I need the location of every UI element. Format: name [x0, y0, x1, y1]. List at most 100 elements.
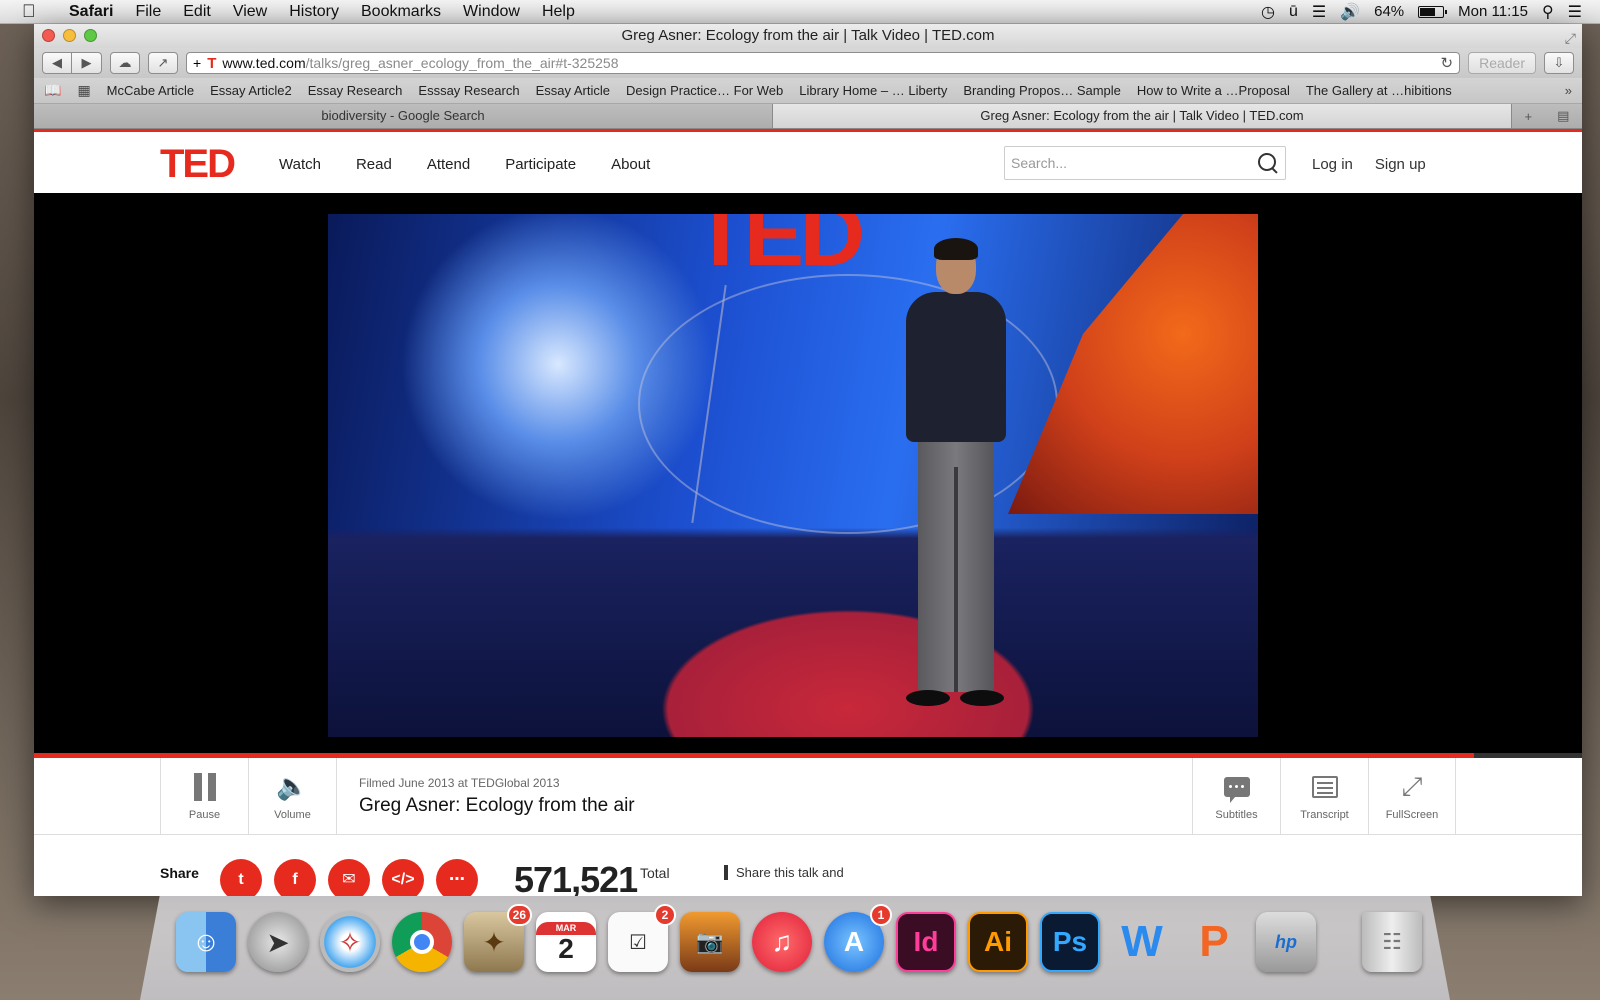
bookmark-item[interactable]: Essay Research [308, 83, 403, 98]
calendar-icon[interactable]: MAR 2 [536, 912, 596, 972]
battery-percent[interactable]: 64% [1374, 3, 1404, 20]
icloud-tabs-button[interactable]: ☁ [110, 52, 140, 74]
top-sites-icon[interactable]: ▦ [77, 82, 90, 99]
iphoto-icon[interactable]: 📷 [680, 912, 740, 972]
url-host: www.ted.com [222, 55, 306, 71]
embed-icon[interactable]: </> [382, 859, 424, 896]
bookmark-item[interactable]: Essay Article [536, 83, 610, 98]
app-store-icon[interactable]: A1 [824, 904, 892, 972]
bookmark-item[interactable]: Library Home – … Liberty [799, 83, 947, 98]
login-link[interactable]: Log in [1312, 156, 1353, 173]
pause-button[interactable]: Pause [160, 758, 248, 835]
search-input[interactable] [1011, 155, 1257, 171]
video-player[interactable]: TED [34, 193, 1582, 758]
menu-bookmarks[interactable]: Bookmarks [350, 3, 452, 21]
battery-icon[interactable] [1418, 5, 1448, 18]
address-bar[interactable]: + T www.ted.com/talks/greg_asner_ecology… [186, 52, 1461, 74]
powerpoint-icon[interactable]: P [1184, 912, 1244, 972]
transcript-label: Transcript [1300, 808, 1349, 821]
menu-view[interactable]: View [222, 3, 278, 21]
mail-icon[interactable]: ✦ 26 [464, 904, 532, 972]
finder-icon[interactable]: ☺ [176, 912, 236, 972]
ted-logo[interactable]: TED [160, 142, 236, 187]
filmed-info: Filmed June 2013 at TEDGlobal 2013 [359, 776, 560, 790]
search-box [1004, 146, 1286, 180]
reload-icon[interactable]: ↻ [1441, 54, 1454, 72]
more-icon[interactable]: ⋯ [436, 859, 478, 896]
notification-center-icon[interactable]: ☰ [1568, 2, 1582, 22]
facebook-icon[interactable]: f [274, 859, 316, 896]
apple-menu-icon[interactable]:  [22, 1, 44, 22]
video-frame[interactable]: TED [328, 214, 1258, 737]
bookmark-item[interactable]: The Gallery at …hibitions [1306, 83, 1452, 98]
indesign-icon[interactable]: Id [896, 912, 956, 972]
dock: ☺ ➤ ✧ ✦ 26 MAR 2 ☑ 2 📷 ♫ A1 Id Ai Ps W P h… [176, 904, 1422, 972]
bookmark-item[interactable]: McCabe Article [107, 83, 194, 98]
forward-button[interactable]: ▶ [72, 52, 102, 74]
back-button[interactable]: ◀ [42, 52, 72, 74]
launchpad-icon[interactable]: ➤ [248, 912, 308, 972]
clock[interactable]: Mon 11:15 [1458, 3, 1528, 20]
fullscreen-button[interactable]: ⤢ FullScreen [1368, 758, 1456, 835]
nav-watch[interactable]: Watch [279, 156, 321, 173]
menu-edit[interactable]: Edit [172, 3, 222, 21]
subtitles-button[interactable]: Subtitles [1192, 758, 1280, 835]
close-window-button[interactable] [42, 29, 55, 42]
chrome-icon[interactable] [392, 912, 452, 972]
wifi-icon[interactable]: ☰ [1312, 2, 1326, 22]
email-icon[interactable]: ✉ [328, 859, 370, 896]
menu-app-safari[interactable]: Safari [58, 3, 124, 21]
search-icon[interactable] [1257, 152, 1279, 174]
nav-attend[interactable]: Attend [427, 156, 470, 173]
menu-history[interactable]: History [278, 3, 350, 21]
bookmarks-bar: 📖 ▦ McCabe Article Essay Article2 Essay … [34, 78, 1582, 104]
safari-window: Greg Asner: Ecology from the air | Talk … [34, 24, 1582, 896]
bookmarks-overflow-icon[interactable]: » [1565, 83, 1572, 98]
hp-icon[interactable]: hp [1256, 912, 1316, 972]
bookmark-item[interactable]: How to Write a …Proposal [1137, 83, 1290, 98]
tab-ted-talk[interactable]: Greg Asner: Ecology from the air | Talk … [773, 104, 1512, 128]
volume-icon[interactable]: 🔊 [1340, 2, 1360, 22]
menu-file[interactable]: File [124, 3, 172, 21]
time-machine-icon[interactable]: ◷ [1261, 2, 1275, 22]
menu-window[interactable]: Window [452, 3, 531, 21]
share-cta: Share this talk and [724, 865, 844, 880]
photoshop-icon[interactable]: Ps [1040, 912, 1100, 972]
volume-button[interactable]: 🔈 Volume [248, 758, 336, 835]
reminders-icon[interactable]: ☑ 2 [608, 904, 676, 972]
add-bookmark-icon[interactable]: + [193, 55, 201, 71]
bluetooth-icon[interactable]: ū [1289, 3, 1298, 21]
nav-read[interactable]: Read [356, 156, 392, 173]
tab-overview-icon[interactable]: ▤ [1557, 108, 1569, 124]
tab-google-search[interactable]: biodiversity - Google Search [34, 104, 773, 128]
minimize-window-button[interactable] [63, 29, 76, 42]
share-page-button[interactable]: ↗ [148, 52, 178, 74]
bookmark-item[interactable]: Essay Article2 [210, 83, 292, 98]
view-count-label: Total [640, 865, 670, 881]
itunes-icon[interactable]: ♫ [752, 912, 812, 972]
downloads-button[interactable]: ⇩ [1544, 52, 1574, 74]
word-icon[interactable]: W [1112, 912, 1172, 972]
stage-ted-logo: TED [693, 214, 865, 285]
window-title: Greg Asner: Ecology from the air | Talk … [621, 27, 995, 44]
reader-button[interactable]: Reader [1468, 52, 1536, 74]
bookmark-item[interactable]: Design Practice… For Web [626, 83, 783, 98]
illustrator-icon[interactable]: Ai [968, 912, 1028, 972]
signup-link[interactable]: Sign up [1375, 156, 1426, 173]
bookmark-item[interactable]: Branding Propos… Sample [963, 83, 1121, 98]
nav-about[interactable]: About [611, 156, 650, 173]
fullscreen-window-icon[interactable]: ⤢ [1565, 26, 1576, 50]
spotlight-icon[interactable]: ⚲ [1542, 2, 1554, 22]
twitter-icon[interactable]: t [220, 859, 262, 896]
window-titlebar: Greg Asner: Ecology from the air | Talk … [34, 24, 1582, 48]
nav-participate[interactable]: Participate [505, 156, 576, 173]
zoom-window-button[interactable] [84, 29, 97, 42]
transcript-button[interactable]: Transcript [1280, 758, 1368, 835]
bookmark-item[interactable]: Esssay Research [418, 83, 519, 98]
menu-help[interactable]: Help [531, 3, 586, 21]
trash-icon[interactable]: ☷ [1362, 912, 1422, 972]
new-tab-icon[interactable]: + [1525, 109, 1533, 124]
safari-icon[interactable]: ✧ [320, 912, 380, 972]
reading-list-icon[interactable]: 📖 [44, 82, 61, 99]
nav-buttons: ◀ ▶ [42, 52, 102, 74]
